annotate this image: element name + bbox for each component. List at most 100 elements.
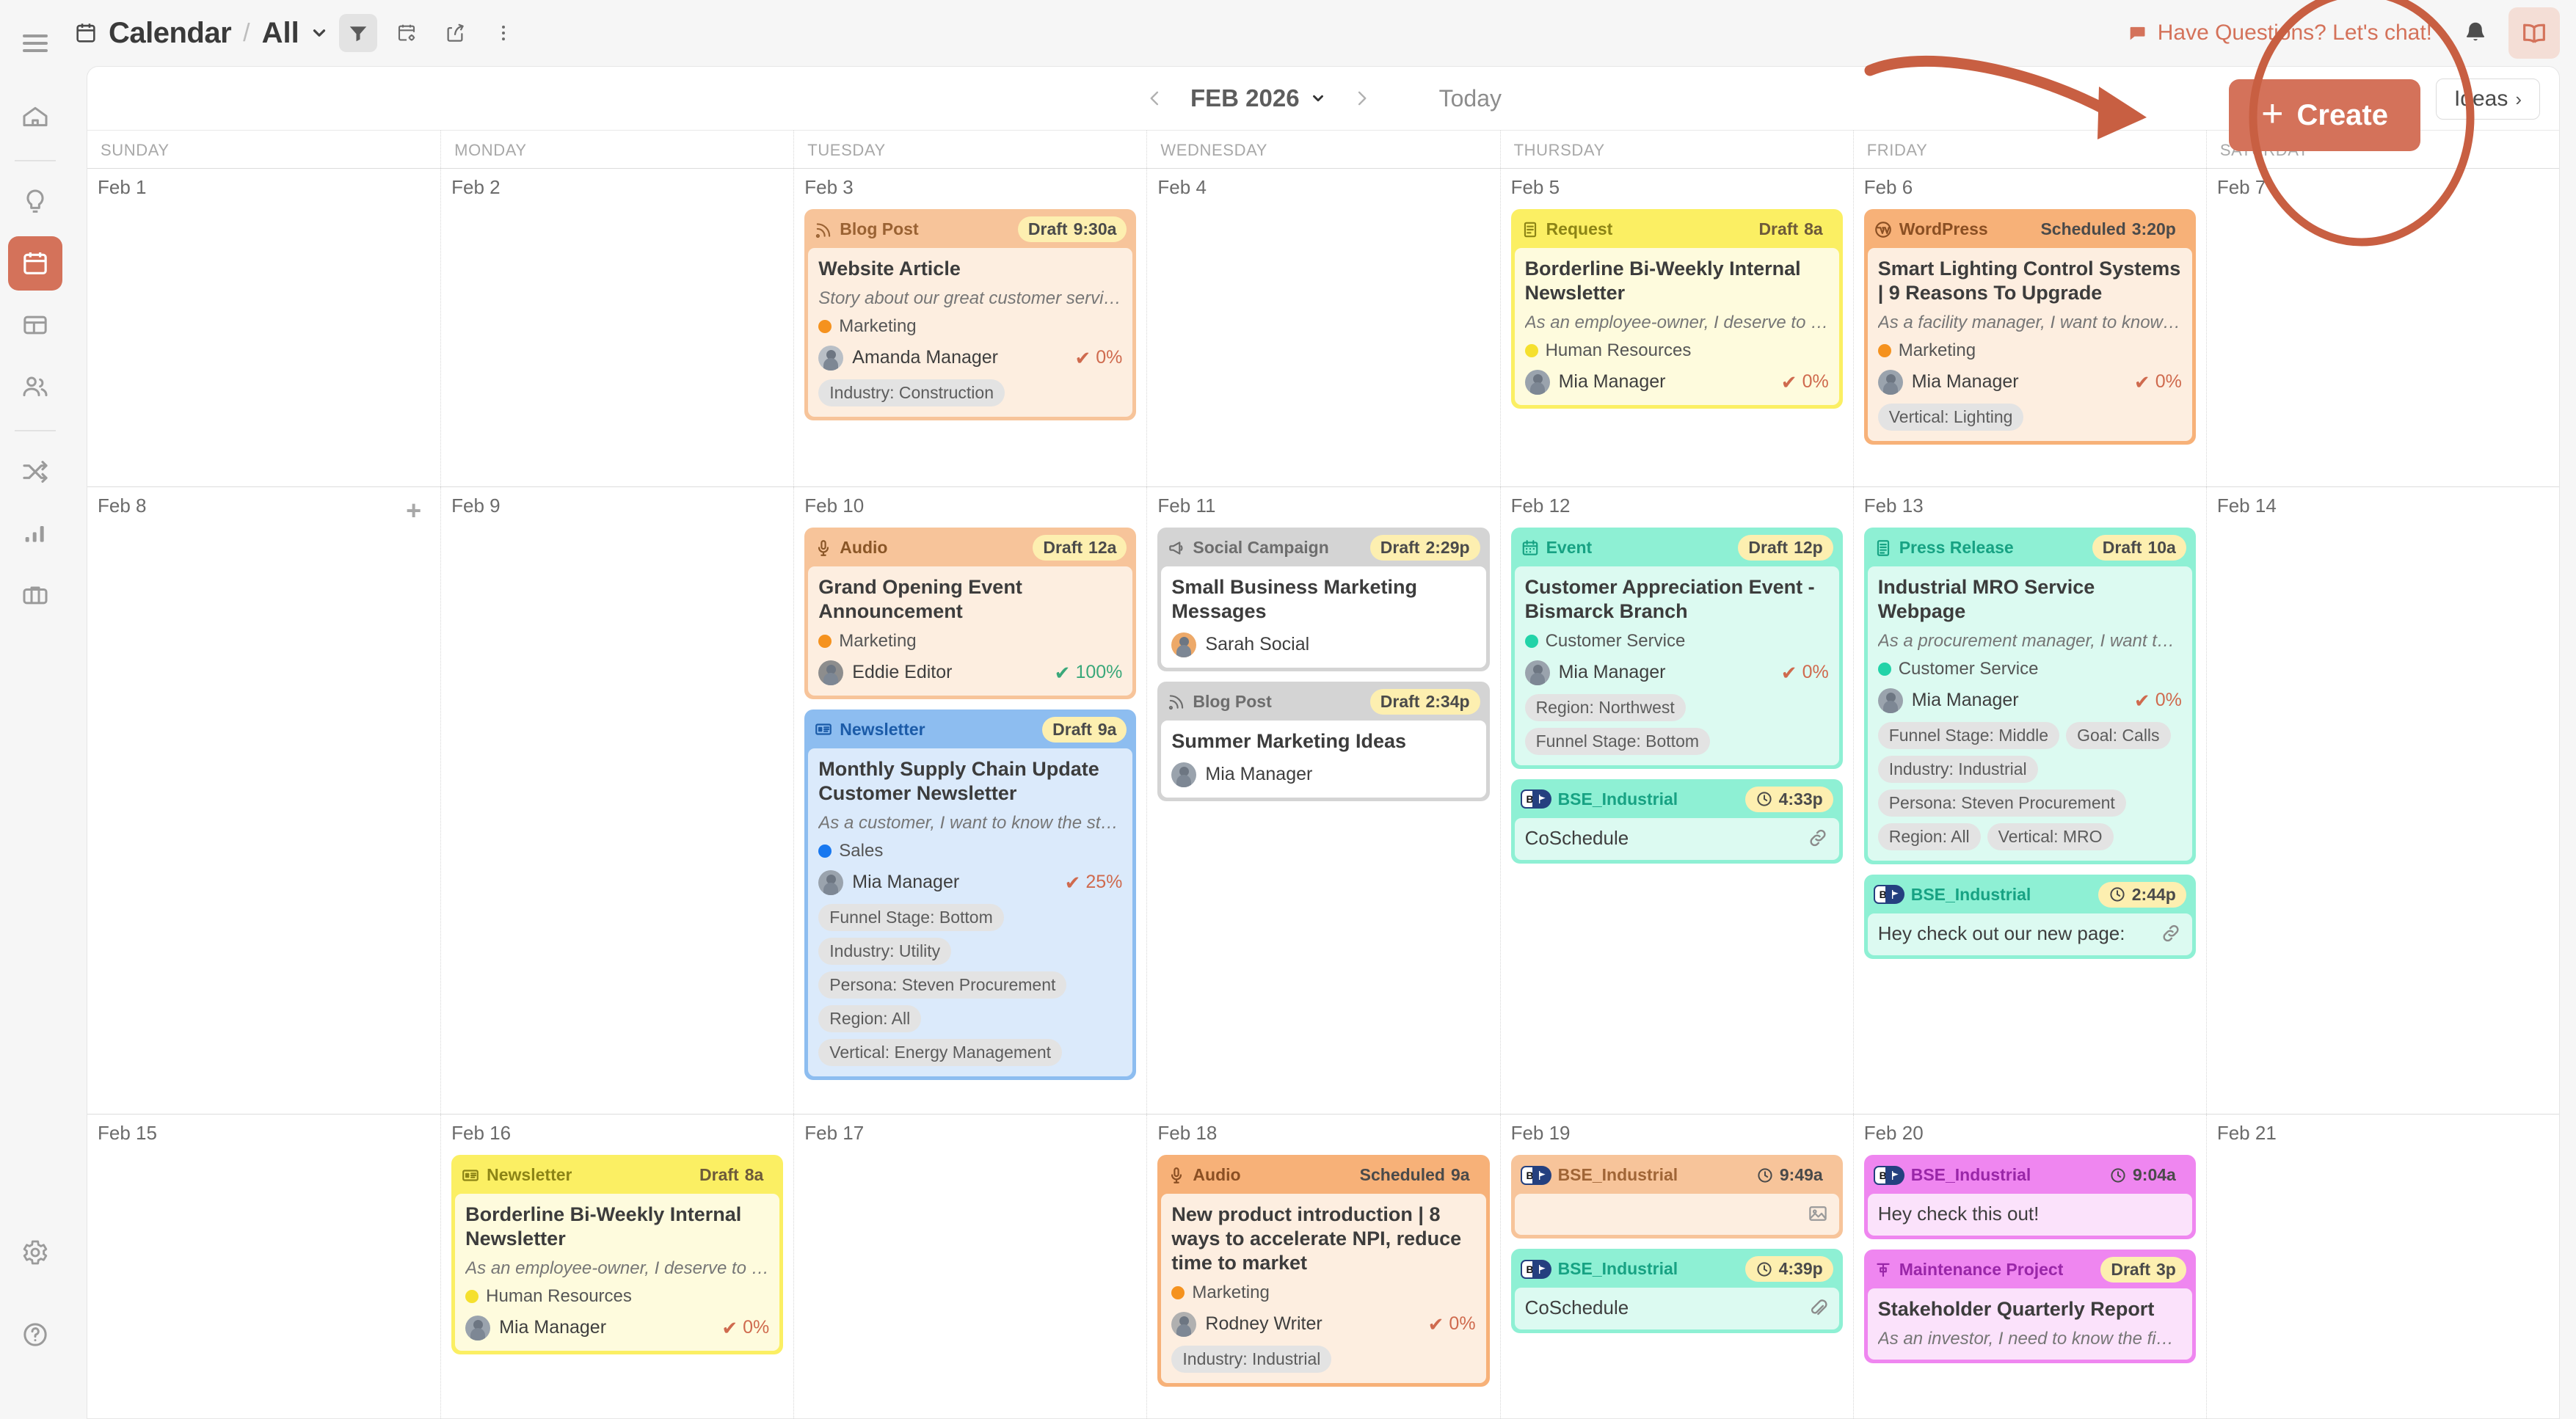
- question-circle-icon[interactable]: [8, 1307, 62, 1362]
- calendar-card[interactable]: Maintenance ProjectDraft3pStakeholder Qu…: [1864, 1250, 2196, 1363]
- card-status-pill: Draft2:29p: [1370, 535, 1480, 561]
- sidebar-item-board[interactable]: [8, 298, 62, 352]
- help-chat-link[interactable]: Have Questions? Let's chat!: [2127, 21, 2432, 45]
- filter-icon[interactable]: [339, 14, 377, 52]
- chevron-left-icon[interactable]: [1145, 88, 1165, 109]
- day-cell[interactable]: Feb 19BBSE_Industrial9:49aBBSE_Industria…: [1500, 1115, 1853, 1418]
- day-cell[interactable]: Feb 4: [1146, 169, 1499, 486]
- card-type-label: BSE_Industrial: [1911, 1165, 2031, 1185]
- day-cell[interactable]: Feb 7: [2206, 169, 2559, 486]
- card-header: BBSE_Industrial9:04a: [1868, 1159, 2192, 1194]
- microphone-icon: [814, 539, 833, 558]
- sidebar-item-assets[interactable]: [8, 568, 62, 622]
- calendar-card[interactable]: BBSE_Industrial4:33pCoSchedule: [1511, 779, 1843, 864]
- today-button[interactable]: Today: [1439, 85, 1502, 112]
- month-label-text: FEB 2026: [1190, 84, 1300, 112]
- sidebar-item-calendar[interactable]: [8, 236, 62, 291]
- chevron-right-icon[interactable]: [1351, 88, 1372, 109]
- ideas-button[interactable]: Ideas ›: [2436, 79, 2540, 120]
- day-cell[interactable]: Feb 1: [87, 169, 440, 486]
- category-color-dot: [1525, 635, 1538, 648]
- paperclip-icon[interactable]: [1807, 1297, 1829, 1319]
- card-owner-row: Eddie Editor✔100%: [818, 660, 1122, 685]
- avatar: [1171, 762, 1196, 787]
- share-icon[interactable]: [436, 14, 474, 52]
- sidebar-item-workflows[interactable]: [8, 445, 62, 499]
- create-button[interactable]: +Create: [2229, 79, 2420, 151]
- calendar-card[interactable]: BBSE_Industrial9:49a: [1511, 1155, 1843, 1239]
- card-body: Summer Marketing IdeasMia Manager: [1161, 721, 1485, 798]
- sidebar-item-analytics[interactable]: [8, 506, 62, 561]
- day-cell[interactable]: Feb 20BBSE_Industrial9:04aHey check this…: [1853, 1115, 2206, 1418]
- task-progress: ✔25%: [1065, 872, 1123, 893]
- calendar-card[interactable]: BBSE_Industrial4:39pCoSchedule: [1511, 1249, 1843, 1333]
- day-cell[interactable]: Feb 21: [2206, 1115, 2559, 1418]
- day-cell[interactable]: Feb 6WordPressScheduled3:20pSmart Lighti…: [1853, 169, 2206, 486]
- card-tag: Industry: Industrial: [1171, 1346, 1331, 1373]
- calendar-card[interactable]: WordPressScheduled3:20pSmart Lighting Co…: [1864, 209, 2196, 445]
- card-title: Monthly Supply Chain Update Customer New…: [818, 757, 1122, 806]
- card-type-label: Event: [1546, 538, 1593, 558]
- day-cell[interactable]: Feb 12EventDraft12pCustomer Appreciation…: [1500, 487, 1853, 1114]
- day-cell[interactable]: Feb 14: [2206, 487, 2559, 1114]
- card-header: Blog PostDraft2:34p: [1161, 685, 1485, 721]
- day-cell[interactable]: Feb 3Blog PostDraft9:30aWebsite ArticleS…: [793, 169, 1146, 486]
- sidebar-item-ideas[interactable]: [8, 175, 62, 229]
- day-cell[interactable]: Feb 18 AudioScheduled9aNew product introd…: [1146, 1115, 1499, 1418]
- avatar: [818, 346, 843, 371]
- card-type-label: WordPress: [1899, 219, 1988, 239]
- day-cell[interactable]: Feb 11Social CampaignDraft2:29pSmall Bus…: [1146, 487, 1499, 1114]
- calendar-card[interactable]: EventDraft12pCustomer Appreciation Event…: [1511, 528, 1843, 769]
- sidebar-item-team[interactable]: [8, 360, 62, 414]
- calendar-card[interactable]: RequestDraft8aBorderline Bi-Weekly Inter…: [1511, 209, 1843, 409]
- calendar-card[interactable]: AudioScheduled9aNew product introduction…: [1157, 1155, 1489, 1387]
- more-vertical-icon[interactable]: [484, 14, 523, 52]
- day-cell[interactable]: Feb 9: [440, 487, 793, 1114]
- link-icon[interactable]: [2160, 922, 2182, 944]
- day-number: Feb 2: [451, 176, 783, 199]
- gear-icon[interactable]: [8, 1225, 62, 1280]
- clock-icon: [2109, 1167, 2127, 1184]
- calendar-gear-icon[interactable]: [388, 14, 426, 52]
- add-item-plus-icon[interactable]: +: [406, 497, 421, 524]
- day-cell[interactable]: Feb 2: [440, 169, 793, 486]
- card-body: Website ArticleStory about our great cus…: [808, 248, 1132, 417]
- category-label: Marketing: [1899, 340, 1976, 361]
- day-cell[interactable]: Feb 13Press ReleaseDraft10aIndustrial MR…: [1853, 487, 2206, 1114]
- day-cell[interactable]: Feb 16NewsletterDraft8aBorderline Bi-Wee…: [440, 1115, 793, 1418]
- book-icon[interactable]: [2508, 7, 2560, 59]
- link-icon[interactable]: [1807, 827, 1829, 849]
- day-cell[interactable]: Feb 5RequestDraft8aBorderline Bi-Weekly …: [1500, 169, 1853, 486]
- calendar-card[interactable]: BBSE_Industrial9:04aHey check this out!: [1864, 1155, 2196, 1239]
- day-cell[interactable]: Feb 17: [793, 1115, 1146, 1418]
- calendar-card[interactable]: AudioDraft12aGrand Opening Event Announc…: [804, 528, 1136, 699]
- card-type-label: Newsletter: [487, 1165, 572, 1185]
- month-selector[interactable]: FEB 2026: [1190, 84, 1326, 112]
- bell-icon[interactable]: [2462, 19, 2489, 47]
- task-progress-value: 25%: [1085, 872, 1122, 893]
- card-category: Human Resources: [1525, 340, 1829, 361]
- card-body: Borderline Bi-Weekly Internal Newsletter…: [1515, 248, 1839, 405]
- card-category: Human Resources: [465, 1286, 769, 1307]
- calendar-card[interactable]: Blog PostDraft2:34pSummer Marketing Idea…: [1157, 682, 1489, 801]
- day-cell[interactable]: Feb 15: [87, 1115, 440, 1418]
- calendar-card[interactable]: NewsletterDraft9aMonthly Supply Chain Up…: [804, 710, 1136, 1080]
- calendar-card[interactable]: Social CampaignDraft2:29pSmall Business …: [1157, 528, 1489, 671]
- sidebar-item-home[interactable]: [8, 90, 62, 144]
- avatar: [465, 1316, 490, 1340]
- calendar-card[interactable]: NewsletterDraft8aBorderline Bi-Weekly In…: [451, 1155, 783, 1354]
- category-color-dot: [1878, 663, 1891, 676]
- calendar-card[interactable]: Press ReleaseDraft10aIndustrial MRO Serv…: [1864, 528, 2196, 864]
- chevron-down-icon[interactable]: [310, 23, 329, 43]
- day-cell[interactable]: Feb 10AudioDraft12aGrand Opening Event A…: [793, 487, 1146, 1114]
- calendar-card[interactable]: Blog PostDraft9:30aWebsite ArticleStory …: [804, 209, 1136, 420]
- day-number: Feb 7: [2217, 176, 2549, 199]
- calendar-card[interactable]: BBSE_Industrial2:44pHey check out our ne…: [1864, 875, 2196, 959]
- breadcrumb-filter-name[interactable]: All: [262, 17, 299, 50]
- card-tag: Industry: Industrial: [1878, 756, 2038, 783]
- day-cell[interactable]: Feb 8+: [87, 487, 440, 1114]
- chevron-down-icon: [1310, 90, 1326, 106]
- day-number: Feb 21: [2217, 1122, 2549, 1145]
- hamburger-menu-icon[interactable]: [8, 16, 62, 70]
- day-number: Feb 18: [1157, 1122, 1489, 1145]
